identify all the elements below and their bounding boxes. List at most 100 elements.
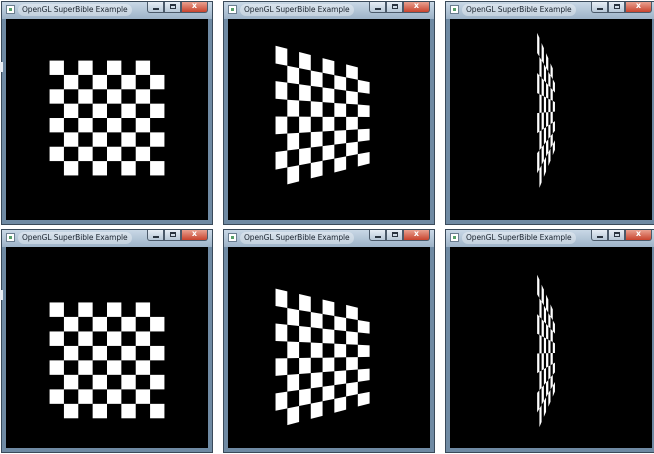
minimize-button[interactable] [147, 2, 164, 13]
checker-square [541, 77, 544, 97]
app-icon[interactable] [6, 233, 15, 242]
app-window-top-left[interactable]: OpenGL SuperBible Example x [0, 1, 213, 225]
checker-square [550, 304, 553, 321]
resize-grip[interactable] [0, 290, 3, 300]
window-controls: x [591, 229, 652, 243]
close-icon: x [635, 229, 642, 238]
checker-square [275, 288, 288, 308]
minimize-button[interactable] [369, 230, 386, 241]
maximize-button[interactable] [386, 230, 403, 241]
checker-square [78, 146, 93, 162]
checker-square [334, 316, 347, 332]
maximize-button[interactable] [164, 2, 181, 13]
opengl-viewport[interactable] [6, 247, 208, 448]
checker-square [334, 396, 347, 413]
app-icon[interactable] [6, 5, 15, 14]
close-button[interactable]: x [403, 1, 430, 13]
title-bar[interactable]: OpenGL SuperBible Example x [224, 229, 434, 247]
checker-square [150, 161, 165, 176]
opengl-viewport[interactable] [450, 19, 652, 220]
checker-square [299, 51, 311, 71]
minimize-button[interactable] [147, 230, 164, 241]
checker-square [552, 362, 555, 375]
close-icon: x [413, 229, 420, 238]
checker-square [287, 406, 300, 426]
checker-square [63, 316, 79, 332]
title-bar[interactable]: OpenGL SuperBible Example x [446, 229, 654, 247]
minimize-button[interactable] [369, 2, 386, 13]
checker-square [310, 342, 323, 358]
app-window-top-middle[interactable]: OpenGL SuperBible Example x [223, 1, 435, 225]
checker-square [541, 385, 544, 405]
checker-square [322, 357, 335, 373]
checker-square [537, 390, 540, 413]
checker-square [539, 94, 542, 113]
checker-square [346, 357, 358, 371]
maximize-button[interactable] [608, 230, 625, 241]
app-window-bottom-middle[interactable]: OpenGL SuperBible Example x [223, 229, 435, 453]
close-icon: x [413, 1, 420, 10]
app-icon[interactable] [228, 5, 237, 14]
checker-square [92, 374, 107, 390]
checker-square [150, 74, 165, 90]
maximize-icon [392, 232, 398, 237]
opengl-viewport[interactable] [228, 247, 430, 448]
checker-square [121, 161, 136, 176]
resize-grip[interactable] [0, 62, 3, 72]
checker-square [543, 127, 547, 145]
checker-square [322, 87, 335, 103]
window-title: OpenGL SuperBible Example [18, 232, 132, 244]
checker-square [150, 374, 165, 390]
opengl-viewport[interactable] [228, 19, 430, 220]
title-bar[interactable]: OpenGL SuperBible Example x [224, 1, 434, 19]
maximize-button[interactable] [608, 2, 625, 13]
app-window-bottom-right[interactable]: OpenGL SuperBible Example x [445, 229, 654, 453]
app-window-bottom-left[interactable]: OpenGL SuperBible Example x [0, 229, 213, 453]
checker-square [548, 148, 551, 167]
checker-square [334, 370, 347, 386]
checker-square [346, 90, 358, 105]
close-button[interactable]: x [625, 229, 652, 241]
close-icon: x [191, 229, 198, 238]
checker-square [357, 104, 370, 118]
checker-square [552, 79, 555, 93]
checker-square [287, 165, 300, 185]
minimize-button[interactable] [591, 2, 608, 13]
maximize-button[interactable] [386, 2, 403, 13]
close-button[interactable]: x [403, 229, 430, 241]
checker-square [310, 101, 323, 117]
checker-square [107, 60, 122, 75]
checker-square [107, 118, 122, 133]
checker-square [322, 116, 335, 132]
checker-square [548, 124, 551, 140]
app-icon[interactable] [450, 233, 459, 242]
checker-square [550, 328, 553, 343]
checker-square [121, 74, 136, 90]
checker-square [357, 128, 370, 142]
app-icon[interactable] [228, 233, 237, 242]
window-controls: x [147, 1, 208, 15]
window-controls: x [369, 229, 430, 243]
close-button[interactable]: x [625, 1, 652, 13]
title-bar[interactable]: OpenGL SuperBible Example x [2, 1, 212, 19]
checker-square [539, 298, 542, 319]
checker-square [552, 320, 555, 334]
checker-square [546, 323, 549, 340]
maximize-button[interactable] [164, 230, 181, 241]
checker-square [92, 403, 107, 419]
checker-square [541, 112, 544, 131]
checker-square [135, 331, 151, 346]
app-window-top-right[interactable]: OpenGL SuperBible Example x [445, 1, 654, 225]
close-button[interactable]: x [181, 229, 208, 241]
checker-square [541, 144, 544, 165]
title-bar[interactable]: OpenGL SuperBible Example x [2, 229, 212, 247]
checker-square [334, 130, 347, 145]
checker-square [357, 151, 370, 167]
minimize-button[interactable] [591, 230, 608, 241]
opengl-viewport[interactable] [6, 19, 208, 220]
opengl-viewport[interactable] [450, 247, 652, 448]
title-bar[interactable]: OpenGL SuperBible Example x [446, 1, 654, 19]
close-button[interactable]: x [181, 1, 208, 13]
checker-square [550, 374, 553, 390]
app-icon[interactable] [450, 5, 459, 14]
